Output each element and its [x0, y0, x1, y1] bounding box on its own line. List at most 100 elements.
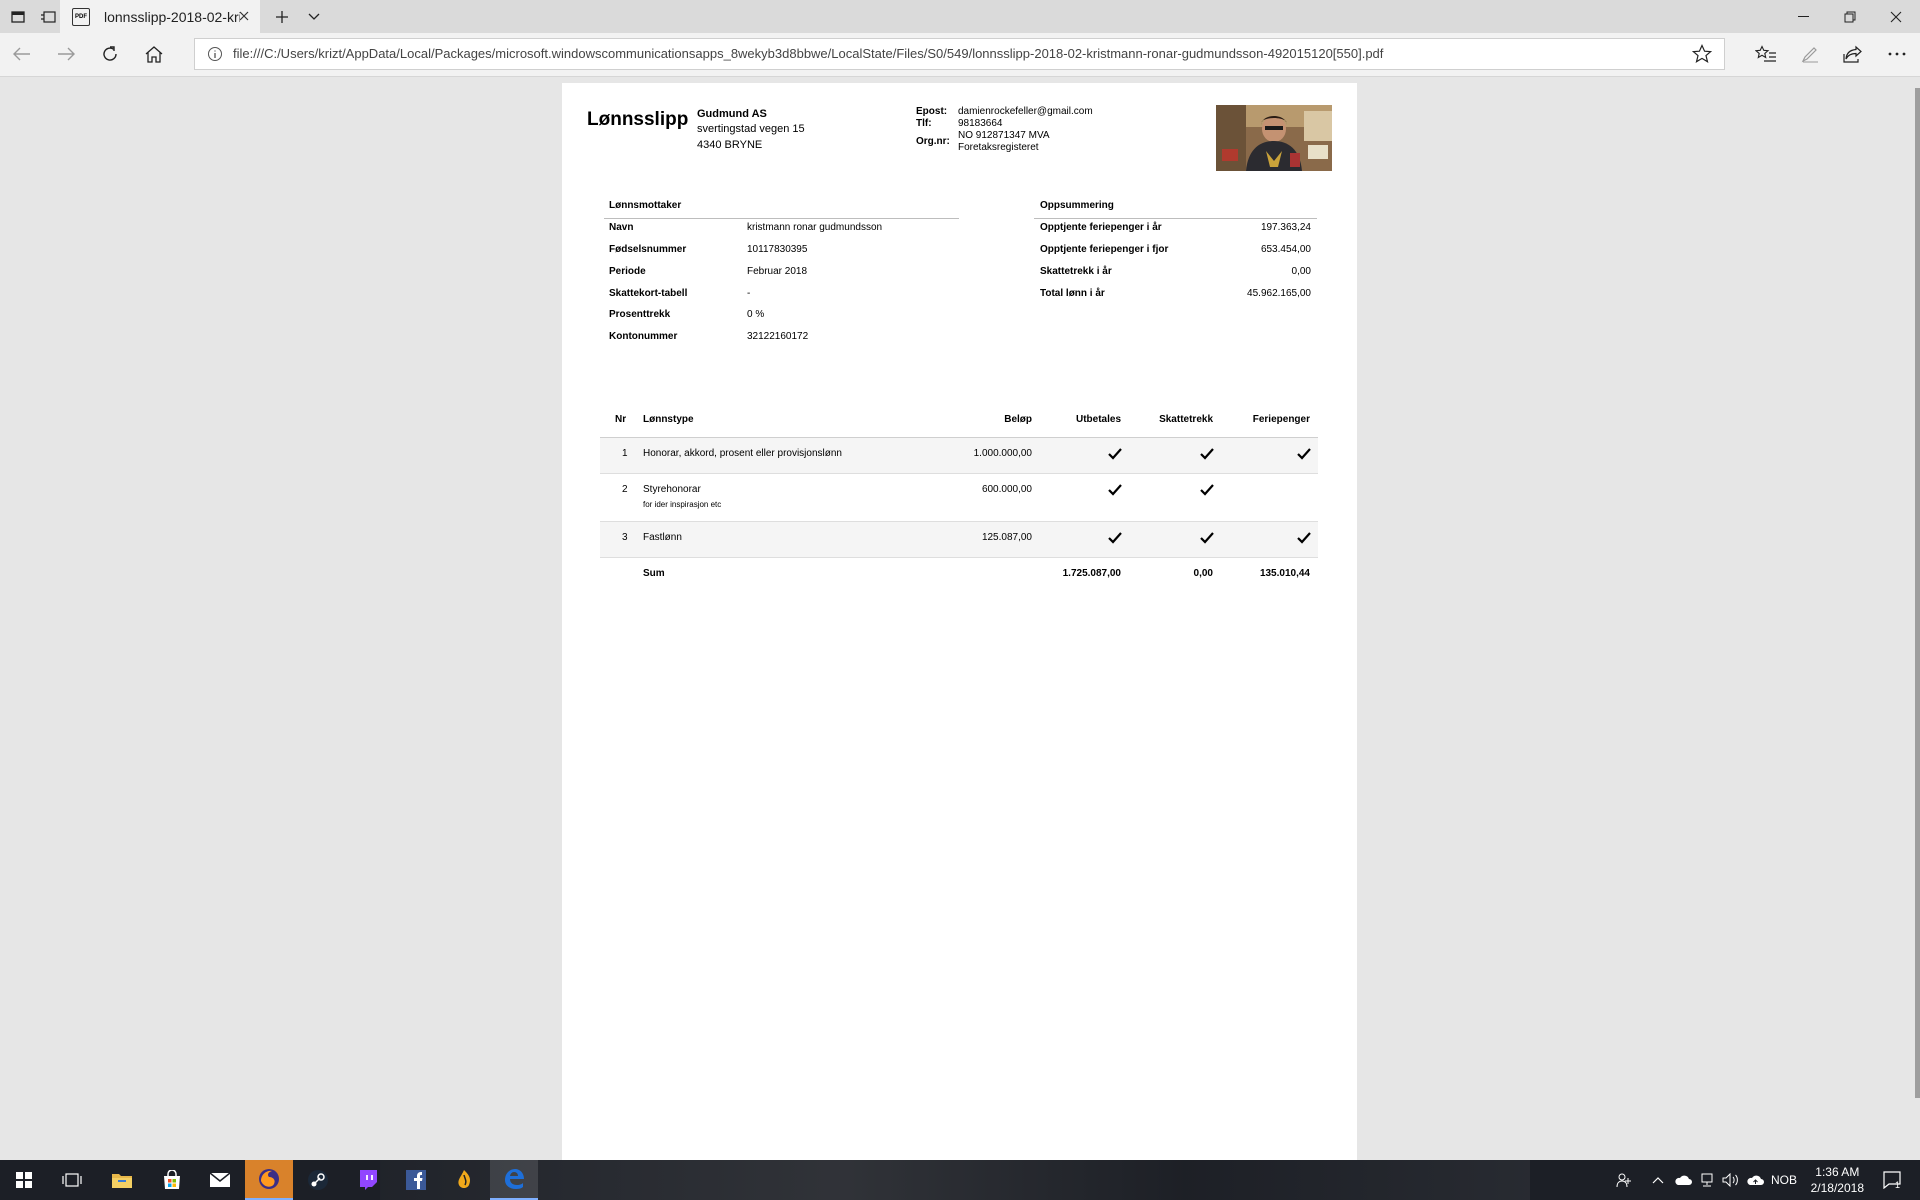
sum-label: Sum — [643, 568, 665, 579]
recipient-label: Prosenttrekk — [609, 309, 671, 320]
recipient-value: - — [747, 288, 751, 299]
fl-studio-icon[interactable] — [440, 1160, 488, 1200]
tab-title: lonnsslipp-2018-02-kris — [104, 8, 240, 25]
col-header-amount: Beløp — [1004, 414, 1032, 425]
col-header-paid: Utbetales — [1075, 414, 1121, 425]
firefox-icon[interactable] — [245, 1160, 293, 1200]
home-icon[interactable] — [134, 37, 174, 71]
summary-value: 0,00 — [1291, 266, 1311, 277]
vertical-scrollbar[interactable] — [1915, 88, 1920, 1098]
file-explorer-icon[interactable] — [98, 1160, 146, 1200]
row-divider — [600, 473, 1318, 474]
tax-check-icon — [1200, 532, 1214, 544]
row-type: Styrehonorar — [643, 484, 701, 495]
company-street: svertingstad vegen 15 — [697, 123, 805, 135]
row-amount: 1.000.000,00 — [973, 448, 1032, 459]
site-info-icon[interactable] — [207, 46, 223, 62]
email-value: damienrockefeller@gmail.com — [958, 106, 1093, 117]
action-center-icon[interactable]: 1 — [1878, 1160, 1908, 1200]
summary-value: 197.363,24 — [1260, 222, 1311, 233]
summary-label: Opptjente feriepenger i fjor — [1040, 244, 1169, 255]
favorite-star-icon[interactable] — [1691, 44, 1713, 69]
company-photo — [1216, 105, 1332, 171]
row-type: Fastlønn — [643, 532, 682, 543]
summary-label: Opptjente feriepenger i år — [1040, 222, 1162, 233]
mail-icon[interactable] — [196, 1160, 244, 1200]
col-header-tax: Skattetrekk — [1159, 414, 1213, 425]
twitch-icon[interactable] — [344, 1160, 392, 1200]
recipient-heading: Lønnsmottaker — [609, 200, 682, 211]
notification-count: 1 — [1895, 1180, 1901, 1190]
people-icon[interactable] — [1612, 1160, 1636, 1200]
volume-icon[interactable] — [1720, 1160, 1742, 1200]
holiday-check-icon — [1297, 532, 1311, 544]
row-nr: 1 — [622, 448, 628, 459]
document-title: Lønnsslipp — [587, 109, 689, 130]
pdf-page: Lønnsslipp Gudmund AS svertingstad vegen… — [562, 83, 1357, 1160]
steam-icon[interactable] — [294, 1160, 342, 1200]
address-bar[interactable]: file:///C:/Users/krizt/AppData/Local/Pac… — [194, 38, 1725, 70]
row-type: Honorar, akkord, prosent eller provisjon… — [643, 448, 842, 459]
refresh-icon[interactable] — [90, 37, 130, 71]
active-tab[interactable]: PDF lonnsslipp-2018-02-kris — [60, 0, 260, 33]
summary-value: 653.454,00 — [1260, 244, 1311, 255]
row-nr: 2 — [622, 484, 628, 495]
recipient-value: 0 % — [747, 309, 765, 320]
task-view-icon[interactable] — [48, 1160, 96, 1200]
sum-holiday: 135.010,44 — [1259, 568, 1310, 579]
row-nr: 3 — [622, 532, 628, 543]
favorites-hub-icon[interactable] — [1746, 37, 1786, 71]
row-amount: 125.087,00 — [981, 532, 1032, 543]
cloud-upload-icon[interactable] — [1744, 1160, 1766, 1200]
tax-check-icon — [1200, 448, 1214, 460]
new-tab-icon[interactable] — [264, 0, 300, 33]
phone-value: 98183664 — [958, 118, 1003, 129]
clock-time: 1:36 AM — [1815, 1165, 1860, 1179]
recipient-label: Skattekort-tabell — [609, 288, 688, 299]
summary-label: Total lønn i år — [1040, 288, 1105, 299]
close-window-icon[interactable] — [1873, 0, 1919, 33]
org-value: NO 912871347 MVA — [958, 130, 1050, 141]
register-value: Foretaksregisteret — [958, 142, 1039, 153]
edge-icon[interactable] — [490, 1160, 538, 1200]
store-icon[interactable] — [148, 1160, 196, 1200]
col-header-holiday: Feriepenger — [1252, 414, 1310, 425]
forward-icon[interactable] — [46, 37, 86, 71]
summary-label: Skattetrekk i år — [1040, 266, 1112, 277]
row-divider — [600, 557, 1318, 558]
paid-check-icon — [1108, 448, 1122, 460]
company-name: Gudmund AS — [697, 108, 767, 120]
clock[interactable]: 1:36 AM 2/18/2018 — [1811, 1164, 1864, 1196]
close-tab-icon[interactable] — [236, 8, 252, 24]
start-windows-icon[interactable] — [0, 1160, 48, 1200]
row-note: for ider inspirasjon etc — [643, 500, 722, 509]
show-hidden-icons-chevron[interactable] — [1648, 1160, 1668, 1200]
recipient-value: 32122160172 — [747, 331, 809, 342]
recipient-value: kristmann ronar gudmundsson — [747, 222, 883, 233]
sum-tax: 0,00 — [1193, 568, 1213, 579]
input-language[interactable]: NOB — [1768, 1160, 1800, 1200]
facebook-icon[interactable] — [392, 1160, 440, 1200]
share-icon[interactable] — [1833, 37, 1873, 71]
recipient-divider — [604, 218, 959, 219]
tab-strip: PDF lonnsslipp-2018-02-kris — [0, 0, 1920, 33]
onedrive-icon[interactable] — [1672, 1160, 1694, 1200]
pdf-viewer[interactable]: Lønnsslipp Gudmund AS svertingstad vegen… — [0, 77, 1920, 1160]
back-icon[interactable] — [2, 37, 42, 71]
col-header-type: Lønnstype — [643, 414, 694, 425]
summary-divider — [1034, 218, 1317, 219]
network-icon[interactable] — [1696, 1160, 1718, 1200]
more-options-icon[interactable] — [1877, 37, 1917, 71]
minimize-icon[interactable] — [1781, 0, 1827, 33]
org-label: Org.nr: — [916, 136, 950, 147]
row-amount: 600.000,00 — [981, 484, 1032, 495]
tax-check-icon — [1200, 484, 1214, 496]
web-note-pen-icon[interactable] — [1790, 37, 1830, 71]
tab-preview-chevron-icon[interactable] — [296, 0, 332, 33]
recipient-value: Februar 2018 — [747, 266, 808, 277]
recipient-value: 10117830395 — [747, 244, 808, 255]
restore-icon[interactable] — [1827, 0, 1873, 33]
pdf-icon: PDF — [72, 7, 90, 26]
taskbar-wallpaper — [380, 1160, 1530, 1200]
sum-paid: 1.725.087,00 — [1062, 568, 1121, 579]
